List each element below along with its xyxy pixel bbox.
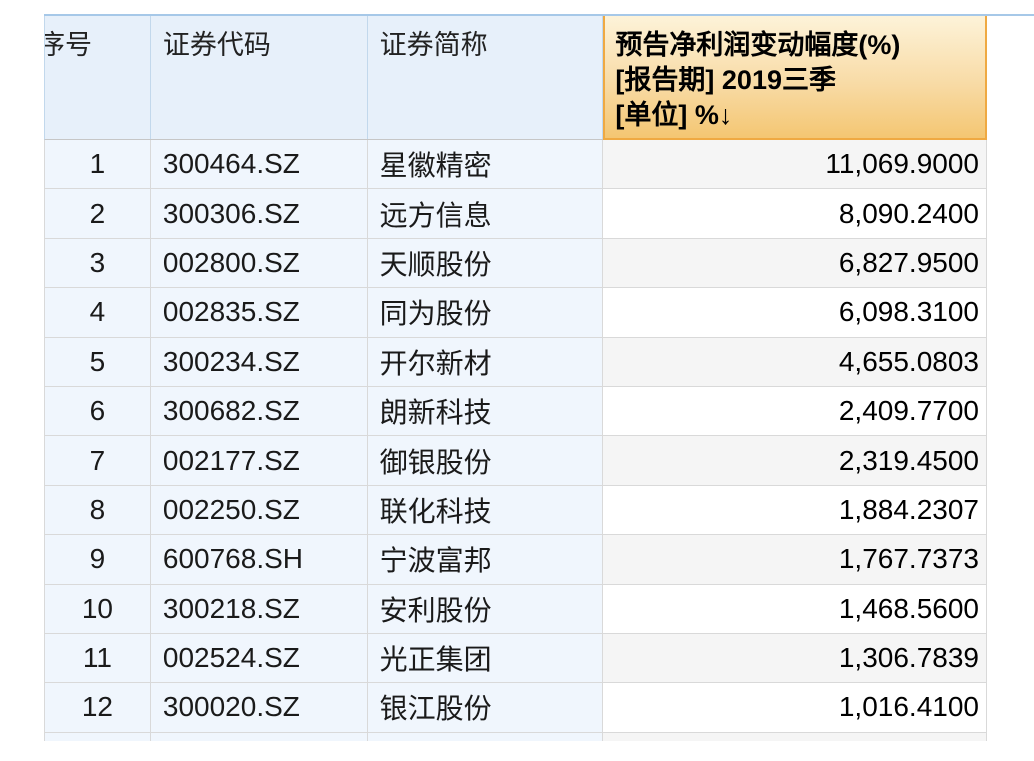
code-cell[interactable]: 300218.SZ xyxy=(151,585,368,633)
name-cell[interactable]: 安利股份 xyxy=(368,585,604,633)
code-cell[interactable]: 002177.SZ xyxy=(151,436,368,484)
clipped-partial-row xyxy=(44,733,987,741)
table-row[interactable]: 6 300682.SZ 朗新科技 2,409.7700 xyxy=(45,387,987,436)
name-cell[interactable]: 远方信息 xyxy=(368,189,604,237)
index-cell[interactable]: 4 xyxy=(45,288,151,336)
value-cell[interactable]: 1,306.7839 xyxy=(603,634,987,682)
value-cell[interactable]: 2,319.4500 xyxy=(603,436,987,484)
code-cell[interactable]: 002524.SZ xyxy=(151,634,368,682)
index-cell[interactable]: 8 xyxy=(45,486,151,534)
table-header: 序号 证券代码 证券简称 预告净利润变动幅度(%) [报告期] 2019三季 [… xyxy=(44,16,987,140)
column-header-index[interactable]: 序号 xyxy=(45,16,151,139)
header-line-unit: [单位] %↓ xyxy=(615,98,985,133)
partial-index-cell xyxy=(45,733,151,741)
value-cell[interactable]: 1,884.2307 xyxy=(603,486,987,534)
value-cell[interactable]: 6,098.3100 xyxy=(603,288,987,336)
value-cell[interactable]: 11,069.9000 xyxy=(603,140,987,188)
table-body: 1 300464.SZ 星徽精密 11,069.9000 2 300306.SZ… xyxy=(44,140,987,733)
code-cell[interactable]: 300306.SZ xyxy=(151,189,368,237)
column-header-name[interactable]: 证券简称 xyxy=(368,16,604,139)
partial-value-cell xyxy=(603,733,987,741)
code-cell[interactable]: 600768.SH xyxy=(151,535,368,583)
name-cell[interactable]: 开尔新材 xyxy=(368,338,604,386)
value-cell[interactable]: 1,767.7373 xyxy=(603,535,987,583)
stock-table: 序号 证券代码 证券简称 预告净利润变动幅度(%) [报告期] 2019三季 [… xyxy=(44,16,987,741)
value-cell[interactable]: 1,016.4100 xyxy=(603,683,987,731)
table-row[interactable]: 1 300464.SZ 星徽精密 11,069.9000 xyxy=(45,140,987,189)
index-cell[interactable]: 2 xyxy=(45,189,151,237)
table-row[interactable]: 12 300020.SZ 银江股份 1,016.4100 xyxy=(45,683,987,732)
index-cell[interactable]: 11 xyxy=(45,634,151,682)
index-cell[interactable]: 9 xyxy=(45,535,151,583)
header-line-metric: 预告净利润变动幅度(%) xyxy=(615,28,985,63)
table-row[interactable]: 9 600768.SH 宁波富邦 1,767.7373 xyxy=(45,535,987,584)
name-cell[interactable]: 银江股份 xyxy=(368,683,604,731)
value-cell[interactable]: 1,468.5600 xyxy=(603,585,987,633)
screen: 序号 证券代码 证券简称 预告净利润变动幅度(%) [报告期] 2019三季 [… xyxy=(0,0,1034,761)
table-row[interactable]: 10 300218.SZ 安利股份 1,468.5600 xyxy=(45,585,987,634)
partial-name-cell xyxy=(368,733,604,741)
code-cell[interactable]: 002835.SZ xyxy=(151,288,368,336)
table-row[interactable]: 8 002250.SZ 联化科技 1,884.2307 xyxy=(45,486,987,535)
name-cell[interactable]: 光正集团 xyxy=(368,634,604,682)
name-cell[interactable]: 御银股份 xyxy=(368,436,604,484)
table-row[interactable]: 2 300306.SZ 远方信息 8,090.2400 xyxy=(45,189,987,238)
name-cell[interactable]: 星徽精密 xyxy=(368,140,604,188)
table-row[interactable]: 11 002524.SZ 光正集团 1,306.7839 xyxy=(45,634,987,683)
table-row[interactable]: 4 002835.SZ 同为股份 6,098.3100 xyxy=(45,288,987,337)
code-cell[interactable]: 002250.SZ xyxy=(151,486,368,534)
partial-code-cell xyxy=(151,733,368,741)
name-cell[interactable]: 天顺股份 xyxy=(368,239,604,287)
code-cell[interactable]: 300682.SZ xyxy=(151,387,368,435)
name-cell[interactable]: 宁波富邦 xyxy=(368,535,604,583)
code-cell[interactable]: 300234.SZ xyxy=(151,338,368,386)
unit-label: [单位] % xyxy=(615,100,719,130)
table-row[interactable]: 5 300234.SZ 开尔新材 4,655.0803 xyxy=(45,338,987,387)
index-cell[interactable]: 12 xyxy=(45,683,151,731)
table-row[interactable]: 3 002800.SZ 天顺股份 6,827.9500 xyxy=(45,239,987,288)
code-cell[interactable]: 300020.SZ xyxy=(151,683,368,731)
index-cell[interactable]: 10 xyxy=(45,585,151,633)
header-line-report-period: [报告期] 2019三季 xyxy=(615,63,985,98)
index-cell[interactable]: 7 xyxy=(45,436,151,484)
value-cell[interactable]: 6,827.9500 xyxy=(603,239,987,287)
value-cell[interactable]: 4,655.0803 xyxy=(603,338,987,386)
code-cell[interactable]: 002800.SZ xyxy=(151,239,368,287)
name-cell[interactable]: 朗新科技 xyxy=(368,387,604,435)
index-cell[interactable]: 3 xyxy=(45,239,151,287)
sort-descending-icon: ↓ xyxy=(719,100,733,130)
name-cell[interactable]: 同为股份 xyxy=(368,288,604,336)
column-header-code[interactable]: 证券代码 xyxy=(151,16,368,139)
column-header-forecast-change[interactable]: 预告净利润变动幅度(%) [报告期] 2019三季 [单位] %↓ xyxy=(603,16,987,140)
code-cell[interactable]: 300464.SZ xyxy=(151,140,368,188)
index-cell[interactable]: 6 xyxy=(45,387,151,435)
value-cell[interactable]: 2,409.7700 xyxy=(603,387,987,435)
table-row[interactable]: 7 002177.SZ 御银股份 2,319.4500 xyxy=(45,436,987,485)
value-cell[interactable]: 8,090.2400 xyxy=(603,189,987,237)
name-cell[interactable]: 联化科技 xyxy=(368,486,604,534)
index-cell[interactable]: 1 xyxy=(45,140,151,188)
index-cell[interactable]: 5 xyxy=(45,338,151,386)
